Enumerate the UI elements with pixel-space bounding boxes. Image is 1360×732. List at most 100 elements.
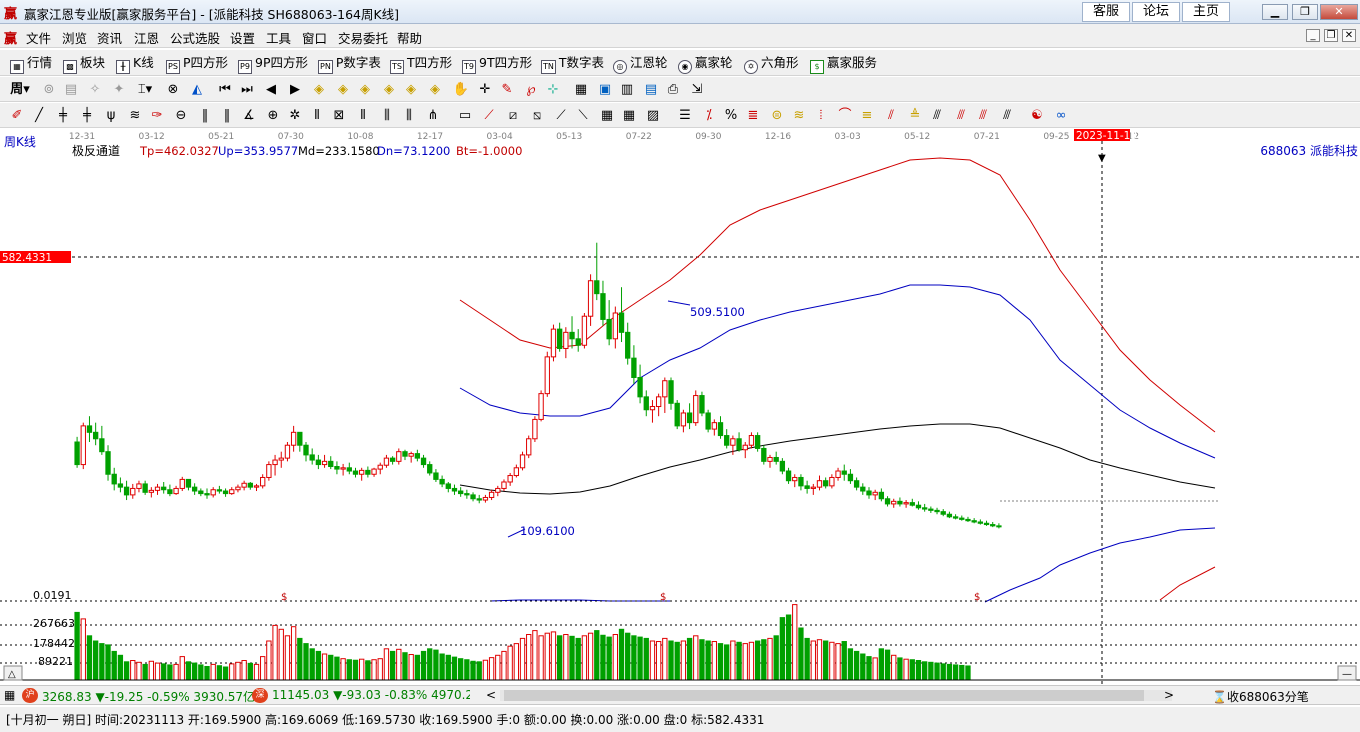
draw-line-icon[interactable]: ✎ [498,81,516,98]
print-icon[interactable]: ⎙ [664,81,682,98]
scroll-right-icon[interactable]: ▶ [286,81,304,98]
fib-circle-icon[interactable]: ⊜ [768,107,786,124]
diamond-tool-icon[interactable]: ◈ [310,81,328,98]
fib-retrace-icon[interactable]: ≜ [906,107,924,124]
percent-tool-icon[interactable]: ⁒ [700,107,718,124]
indicator-select-icon[interactable]: ⌶▾ [136,81,154,98]
menu-settings[interactable]: 设置 [230,28,255,47]
tool-gann-wheel[interactable]: ◎ 江恩轮 [613,55,668,74]
grid-tool-icon[interactable]: ╪ [78,107,96,124]
quote-list-icon[interactable]: ▦ [4,688,15,702]
horizontal-scrollbar[interactable]: < > [486,688,1186,703]
bars-tool-icon[interactable]: ‖ [196,107,214,124]
customer-service-link[interactable]: 客服 [1082,2,1130,22]
ray-tool-icon[interactable]: ⟋ [480,107,498,124]
brush-tool-icon[interactable]: ✑ [148,107,166,124]
gann-fan-icon[interactable]: ⊗ [164,81,182,98]
menu-news[interactable]: 资讯 [97,28,122,47]
parallel-tool-icon[interactable]: ⧅ [528,107,546,124]
tool-kline[interactable]: ╫ K线 [116,55,154,74]
export-icon[interactable]: ⇲ [688,81,706,98]
maximize-button[interactable]: ❐ [1292,4,1318,20]
comb-tool-icon[interactable]: ⫼ [378,107,396,124]
menu-trade[interactable]: 交易委托 [338,28,388,47]
slope-tool-icon[interactable]: ⟋ [552,107,570,124]
mdi-minimize-button[interactable]: _ [1306,29,1320,42]
tool-t-number-table[interactable]: TN T数字表 [541,55,604,74]
line-tool-icon[interactable]: ╱ [30,107,48,124]
menu-window[interactable]: 窗口 [302,28,327,47]
scroll-thumb[interactable] [504,690,1144,701]
scroll-left-icon[interactable]: ◀ [262,81,280,98]
calendar-icon[interactable]: ▦ [572,81,590,98]
calculator-icon[interactable]: ▣ [596,81,614,98]
taiji-icon[interactable]: ☯ [1028,107,1046,124]
fan-tool-icon[interactable]: ⋔ [424,107,442,124]
menu-formula-select[interactable]: 公式选股 [170,28,220,47]
infinity-icon[interactable]: ∞ [1052,107,1070,124]
text-tool-icon[interactable]: ℘ [522,81,540,98]
menu-file[interactable]: 文件 [26,28,51,47]
chart-panel[interactable]: 12-31 03-12 05-21 07-30 10-08 12-17 03-04 05-13… [0,129,1360,684]
save-icon[interactable]: ▤ [642,81,660,98]
scroll-right-arrow-icon[interactable]: > [1164,688,1174,702]
diamond-tool-icon[interactable]: ◈ [380,81,398,98]
tool-9t-square[interactable]: T9 9T四方形 [462,55,532,74]
diamond-tool-icon[interactable]: ◈ [334,81,352,98]
rect-tool-icon[interactable]: ▭ [456,107,474,124]
fib-tool-icon[interactable]: ≣ [744,107,762,124]
crosshair-icon[interactable]: ✛ [476,81,494,98]
bars-tool-icon[interactable]: ‖ [218,107,236,124]
pen-icon[interactable]: ✐ [8,107,26,124]
grid-tool-icon[interactable]: ╪ [54,107,72,124]
angle-tool-icon[interactable]: ∡ [240,107,258,124]
box-tool-icon[interactable]: ⊠ [330,107,348,124]
fib-fan-icon[interactable]: ≋ [790,107,808,124]
notes-icon[interactable]: ▥ [618,81,636,98]
tool-winner-wheel[interactable]: ◉ 赢家轮 [678,55,733,74]
wave-tool-icon[interactable]: ≋ [126,107,144,124]
speed-line-icon[interactable]: ⫻ [952,107,970,124]
tool-winner-service[interactable]: $ 赢家服务 [810,55,877,74]
hatch-tool-icon[interactable]: ▨ [644,107,662,124]
table-tool-icon[interactable]: ▦ [598,107,616,124]
menu-help[interactable]: 帮助 [397,28,422,47]
last-bar-icon[interactable]: ⏭ [238,81,256,98]
percent-icon[interactable]: % [722,107,740,124]
triangle-tool-icon[interactable]: ◭ [188,81,206,98]
tool-p-number-table[interactable]: PN P数字表 [318,55,381,74]
tool-9p-square[interactable]: P9 9P四方形 [238,55,308,74]
fib-ext-icon[interactable]: ≡ [858,107,876,124]
diamond-tool-icon[interactable]: ◈ [356,81,374,98]
gann-square-icon[interactable]: ⊕ [264,107,282,124]
fib-arc-icon[interactable]: ⌒ [836,107,854,124]
fib-channel-icon[interactable]: ⫽ [882,107,900,124]
fib-time-icon[interactable]: ⦙ [812,107,830,124]
period-selector[interactable]: 周▾ [6,81,34,98]
list-tool-icon[interactable]: ☰ [676,107,694,124]
tick-detail-link[interactable]: ⌛收688063分笔 [1212,688,1309,705]
fork-tool-icon[interactable]: ψ [102,107,120,124]
comb-tool-icon[interactable]: ⫼ [400,107,418,124]
diamond-tool-icon[interactable]: ◈ [402,81,420,98]
tool-quotes[interactable]: ▦ 行情 [10,55,52,74]
first-bar-icon[interactable]: ⏮ [216,81,234,98]
parallel-tool-icon[interactable]: ⧄ [504,107,522,124]
cycle-tool-icon[interactable]: ⫴ [308,107,326,124]
forum-link[interactable]: 论坛 [1132,2,1180,22]
mdi-restore-button[interactable]: ❐ [1324,29,1338,42]
menu-tools[interactable]: 工具 [266,28,291,47]
tool-hexagon[interactable]: ✡ 六角形 [744,55,799,74]
table-tool-icon[interactable]: ▦ [620,107,638,124]
kline-chart[interactable]: 12-31 03-12 05-21 07-30 10-08 12-17 03-04 05-13… [0,129,1360,684]
minimize-button[interactable]: ▁ [1262,4,1288,20]
mdi-close-button[interactable]: ✕ [1342,29,1356,42]
menu-gann[interactable]: 江恩 [134,28,159,47]
star-tool-icon[interactable]: ✲ [286,107,304,124]
homepage-link[interactable]: 主页 [1182,2,1230,22]
slope-tool-icon[interactable]: ⟍ [574,107,592,124]
diamond-tool-icon[interactable]: ◈ [426,81,444,98]
speed-line-icon[interactable]: ⫻ [998,107,1016,124]
network-icon[interactable]: ⊹ [544,81,562,98]
sz-index-quote[interactable]: 11145.03 ▼-93.03 -0.83% 4970.20 [272,688,470,702]
